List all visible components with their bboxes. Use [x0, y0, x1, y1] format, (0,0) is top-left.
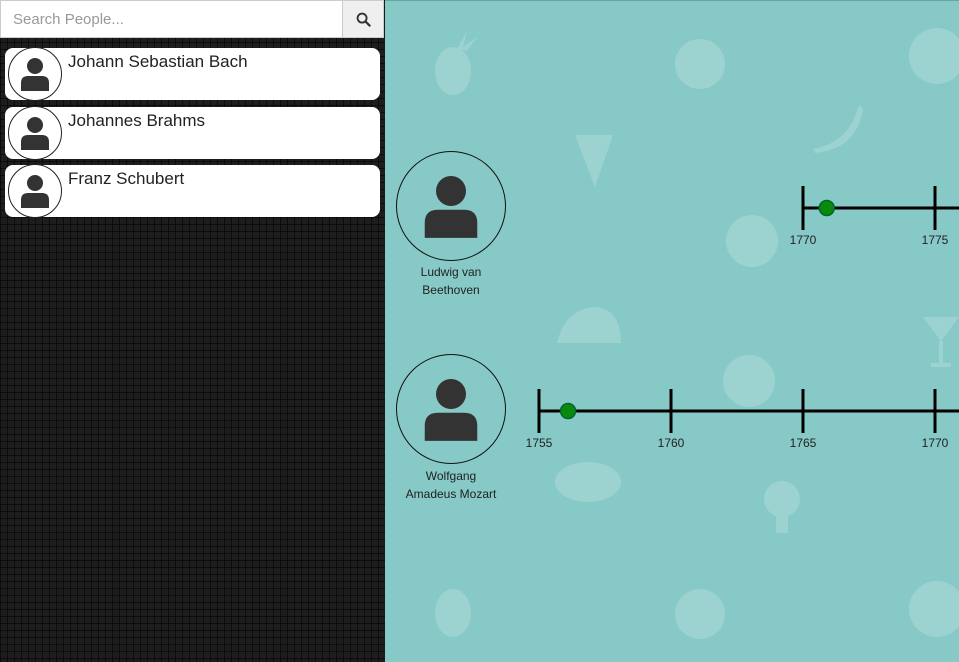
timeline-tick-label: 1755 [526, 436, 553, 450]
timeline-event-marker[interactable] [559, 402, 577, 420]
search-button[interactable] [342, 1, 383, 37]
people-sidebar: Johann Sebastian Bach Johannes Brahms Fr… [0, 0, 385, 662]
person-name: Johann Sebastian Bach [68, 52, 248, 71]
search-bar [0, 0, 384, 38]
person-list-item[interactable]: Franz Schubert [5, 164, 380, 218]
timeline-event-marker[interactable] [818, 199, 836, 217]
timeline-tick-label: 1770 [922, 436, 949, 450]
person-name: Johannes Brahms [68, 111, 206, 130]
avatar [8, 47, 62, 101]
app-root: Johann Sebastian Bach Johannes Brahms Fr… [0, 0, 959, 662]
user-silhouette-icon [21, 117, 49, 150]
avatar [8, 106, 62, 160]
timeline-tick-label: 1775 [922, 233, 949, 247]
person-list-item[interactable]: Johannes Brahms [5, 106, 380, 160]
timeline-tick-label: 1765 [790, 436, 817, 450]
timeline-tick-label: 1770 [790, 233, 817, 247]
avatar [8, 164, 62, 218]
timeline-canvas: 1770 1775 1755 1760 1765 1770 [526, 186, 959, 450]
timeline-area: Ludwig van Beethoven Wolfgang Amadeus Mo… [385, 0, 959, 662]
search-icon [356, 12, 371, 27]
user-silhouette-icon [21, 58, 49, 91]
search-input[interactable] [1, 1, 343, 37]
person-name: Franz Schubert [68, 169, 185, 188]
user-silhouette-icon [21, 175, 49, 208]
timeline-tick-label: 1760 [658, 436, 685, 450]
person-list-item[interactable]: Johann Sebastian Bach [5, 47, 380, 101]
